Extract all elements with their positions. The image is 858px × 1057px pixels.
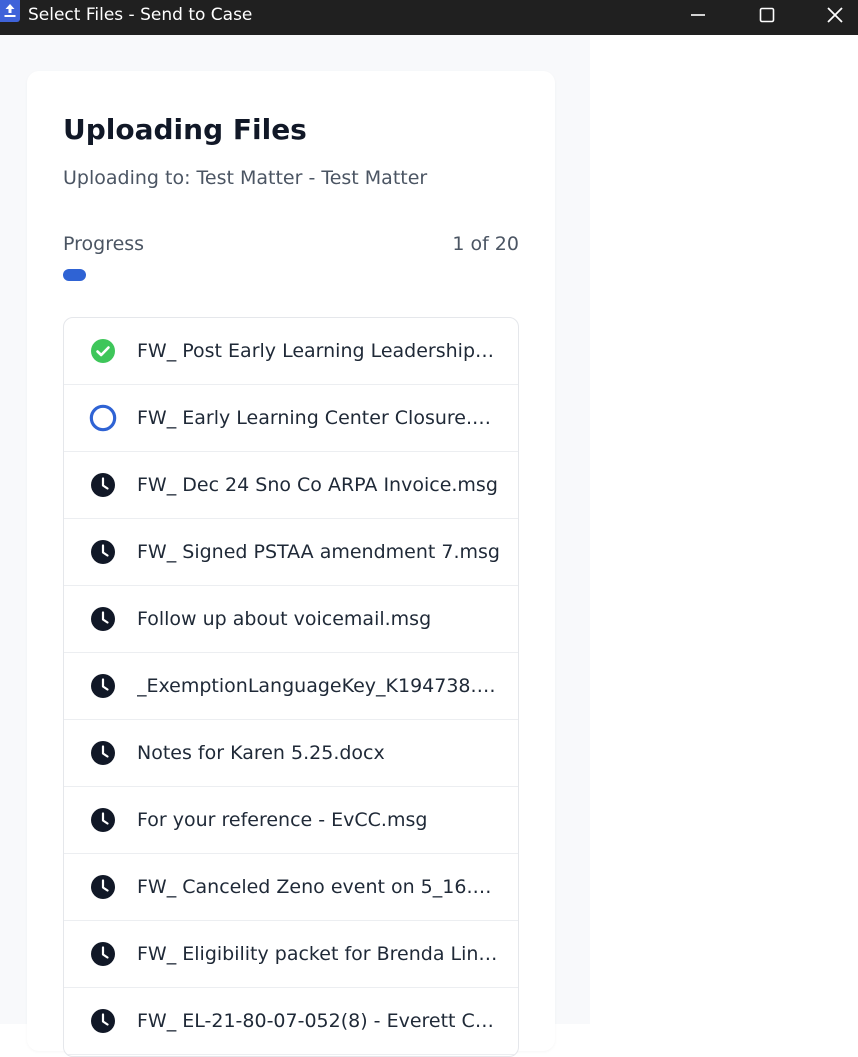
- file-row[interactable]: FW_ Dec 24 Sno Co ARPA Invoice.msg: [64, 452, 518, 519]
- upload-app-icon: [0, 0, 20, 22]
- window-title: Select Files - Send to Case: [28, 5, 253, 25]
- file-row[interactable]: FW_ Eligibility packet for Brenda Linare…: [64, 921, 518, 988]
- file-name: For your reference - EvCC.msg: [137, 809, 428, 831]
- side-pane: [590, 35, 858, 1024]
- progress-count: 1 of 20: [452, 233, 519, 255]
- file-row[interactable]: FW_ Signed PSTAA amendment 7.msg: [64, 519, 518, 586]
- file-name: FW_ Signed PSTAA amendment 7.msg: [137, 541, 500, 563]
- file-name: FW_ EL-21-80-07-052(8) - Everett Communi…: [137, 1010, 500, 1032]
- minimize-icon: [691, 14, 705, 16]
- window-titlebar: Select Files - Send to Case: [0, 0, 858, 35]
- progress-bar: [63, 269, 519, 281]
- file-name: FW_ Post Early Learning Leadership Meeti…: [137, 340, 500, 362]
- clock-icon: [89, 739, 117, 767]
- maximize-button[interactable]: [744, 0, 790, 30]
- file-row[interactable]: Notes for Karen 5.25.docx: [64, 720, 518, 787]
- file-name: Follow up about voicemail.msg: [137, 608, 432, 630]
- file-name: FW_ Early Learning Center Closure.msg: [137, 407, 500, 429]
- progress-label: Progress: [63, 233, 145, 255]
- upload-destination: Uploading to: Test Matter - Test Matter: [63, 167, 428, 189]
- file-row[interactable]: _ExemptionLanguageKey_K194738.pdf: [64, 653, 518, 720]
- file-row[interactable]: For your reference - EvCC.msg: [64, 787, 518, 854]
- clock-icon: [89, 672, 117, 700]
- clock-icon: [89, 1007, 117, 1035]
- file-row[interactable]: Follow up about voicemail.msg: [64, 586, 518, 653]
- minimize-button[interactable]: [675, 0, 721, 30]
- file-name: FW_ Dec 24 Sno Co ARPA Invoice.msg: [137, 474, 498, 496]
- clock-icon: [89, 538, 117, 566]
- close-icon: [827, 7, 843, 23]
- file-name: FW_ Canceled Zeno event on 5_16.msg: [137, 876, 500, 898]
- maximize-icon: [759, 7, 775, 23]
- clock-icon: [89, 605, 117, 633]
- file-row[interactable]: FW_ Canceled Zeno event on 5_16.msg: [64, 854, 518, 921]
- progress-bar-fill: [63, 269, 86, 281]
- file-name: FW_ Eligibility packet for Brenda Linare…: [137, 943, 500, 965]
- check-circle-icon: [89, 337, 117, 365]
- clock-icon: [89, 940, 117, 968]
- clock-icon: [89, 873, 117, 901]
- spinner-ring-icon: [89, 404, 117, 432]
- file-name: _ExemptionLanguageKey_K194738.pdf: [137, 675, 500, 697]
- file-row[interactable]: FW_ Early Learning Center Closure.msg: [64, 385, 518, 452]
- page-title: Uploading Files: [63, 113, 307, 146]
- file-list[interactable]: FW_ Post Early Learning Leadership Meeti…: [63, 317, 519, 1057]
- file-row[interactable]: FW_ EL-21-80-07-052(8) - Everett Communi…: [64, 988, 518, 1055]
- file-row[interactable]: FW_ Post Early Learning Leadership Meeti…: [64, 318, 518, 385]
- close-button[interactable]: [812, 0, 858, 30]
- clock-icon: [89, 471, 117, 499]
- file-name: Notes for Karen 5.25.docx: [137, 742, 385, 764]
- clock-icon: [89, 806, 117, 834]
